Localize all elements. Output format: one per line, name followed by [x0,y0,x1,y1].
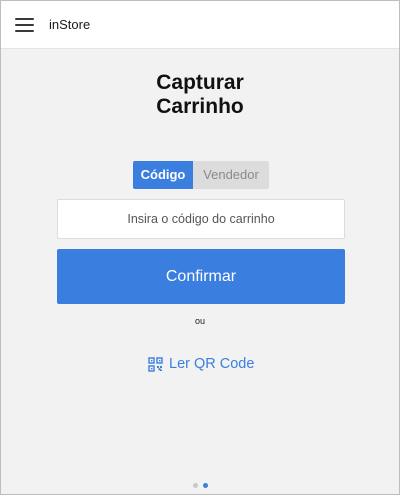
menu-line [15,24,34,26]
menu-line [15,30,34,32]
capture-mode-tabs: Código Vendedor [133,161,269,189]
page-title-line-1: Capturar [156,71,244,94]
app-title: inStore [49,17,91,32]
tab-codigo[interactable]: Código [133,161,193,189]
qr-code-icon [148,356,163,372]
read-qr-code-label: Ler QR Code [169,356,255,372]
page-dot-1[interactable] [193,483,198,488]
top-app-bar: inStore [1,1,399,49]
page-dot-2[interactable] [203,483,208,488]
hamburger-menu-icon[interactable] [15,17,35,33]
read-qr-code-link[interactable]: Ler QR Code [148,354,254,374]
or-separator: ou [194,316,205,326]
cart-code-input[interactable] [57,199,345,239]
app-window: inStore Capturar Carrinho Código Vendedo… [0,0,400,495]
page-indicator [193,483,213,488]
page-title-line-2: Carrinho [156,95,244,118]
menu-line [15,18,34,20]
tab-vendedor[interactable]: Vendedor [193,161,269,189]
page-title: Capturar Carrinho [1,71,399,119]
confirm-button[interactable]: Confirmar [57,249,345,304]
